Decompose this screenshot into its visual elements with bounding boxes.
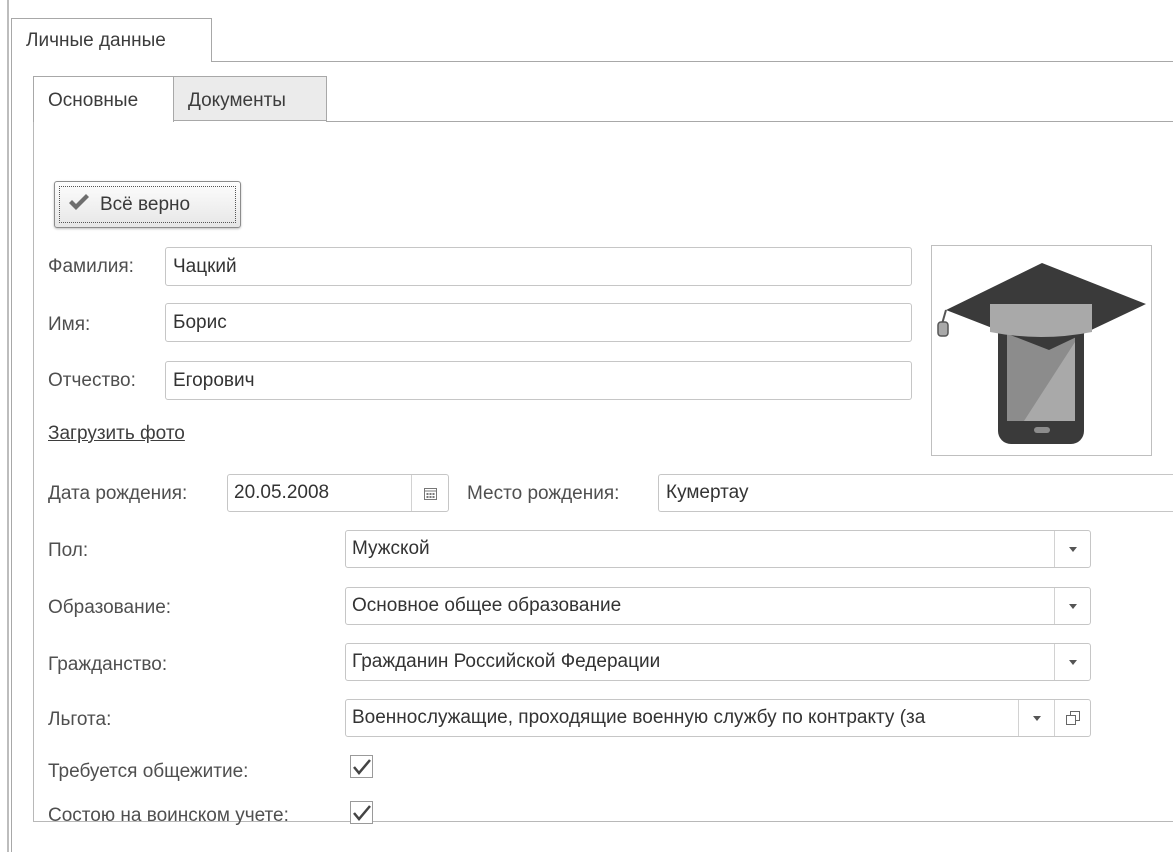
- gender-select[interactable]: Мужской: [345, 530, 1091, 568]
- first-name-field[interactable]: Борис: [165, 303, 912, 342]
- gender-label: Пол:: [48, 540, 89, 561]
- tab-main[interactable]: Основные: [33, 76, 174, 122]
- calendar-button[interactable]: [411, 475, 448, 511]
- first-name-label: Имя:: [48, 314, 91, 335]
- dormitory-label: Требуется общежитие:: [48, 761, 249, 782]
- last-name-field[interactable]: Чацкий: [165, 247, 912, 286]
- education-select[interactable]: Основное общее образование: [345, 587, 1091, 625]
- education-dropdown-button[interactable]: [1054, 588, 1090, 624]
- chevron-down-icon: [1068, 546, 1077, 552]
- checkmark-icon: [68, 193, 90, 217]
- upload-photo-link[interactable]: Загрузить фото: [48, 423, 185, 445]
- education-label: Образование:: [48, 597, 172, 618]
- chevron-down-icon: [1032, 715, 1041, 721]
- chevron-down-icon: [1068, 603, 1077, 609]
- window-border: [7, 0, 9, 852]
- last-name-label: Фамилия:: [48, 256, 134, 277]
- citizenship-select[interactable]: Гражданин Российской Федерации: [345, 643, 1091, 681]
- outer-tab-divider: [211, 61, 1173, 62]
- patronymic-label: Отчество:: [48, 370, 136, 391]
- benefit-label: Льгота:: [48, 709, 112, 730]
- birth-date-field[interactable]: 20.05.2008: [227, 474, 449, 512]
- benefit-select[interactable]: Военнослужащие, проходящие военную служб…: [345, 699, 1091, 737]
- graduate-phone-image: [937, 263, 1146, 444]
- benefit-dropdown-button[interactable]: [1018, 700, 1054, 736]
- chevron-down-icon: [1068, 659, 1077, 665]
- military-checkbox[interactable]: [350, 801, 373, 824]
- education-value[interactable]: Основное общее образование: [346, 588, 1054, 624]
- tab-documents[interactable]: Документы: [173, 76, 327, 121]
- benefit-open-button[interactable]: [1054, 700, 1090, 736]
- confirm-button-label: Всё верно: [100, 193, 191, 215]
- gender-value[interactable]: Мужской: [346, 531, 1054, 567]
- citizenship-dropdown-button[interactable]: [1054, 644, 1090, 680]
- photo-frame: [931, 245, 1152, 456]
- birth-place-label: Место рождения:: [467, 483, 620, 504]
- citizenship-value[interactable]: Гражданин Российской Федерации: [346, 644, 1054, 680]
- citizenship-label: Гражданство:: [48, 654, 168, 675]
- confirm-button[interactable]: Всё верно: [54, 181, 241, 228]
- birth-date-value[interactable]: 20.05.2008: [228, 475, 411, 511]
- inner-tab-divider: [326, 121, 1173, 122]
- tab-personal-data[interactable]: Личные данные: [11, 18, 212, 62]
- birth-place-field[interactable]: Кумертау: [658, 474, 1173, 512]
- open-form-icon: [1065, 711, 1080, 725]
- military-label: Состою на воинском учете:: [48, 805, 289, 826]
- checkmark-icon: [352, 804, 371, 821]
- patronymic-field[interactable]: Егорович: [165, 361, 912, 400]
- benefit-value[interactable]: Военнослужащие, проходящие военную служб…: [346, 700, 1018, 736]
- birth-date-label: Дата рождения:: [48, 483, 188, 504]
- dormitory-checkbox[interactable]: [350, 755, 373, 778]
- calendar-icon: [423, 487, 437, 500]
- checkmark-icon: [352, 758, 371, 775]
- gender-dropdown-button[interactable]: [1054, 531, 1090, 567]
